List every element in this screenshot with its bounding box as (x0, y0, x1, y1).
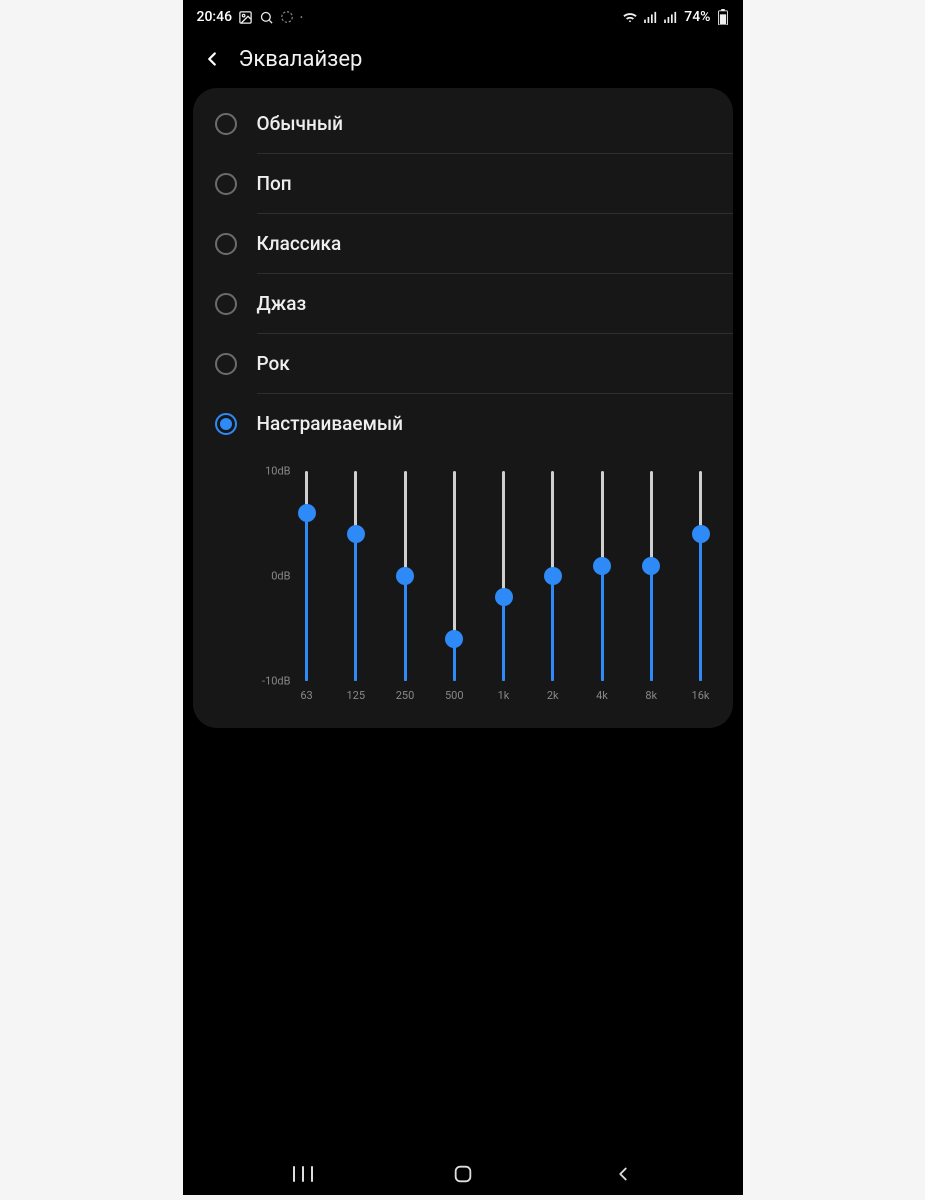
radio-icon (215, 113, 237, 135)
preset-list: Обычный Поп Классика Джаз Рок Настраиваемый (193, 94, 733, 453)
loading-icon (280, 10, 294, 24)
eq-thumb[interactable] (642, 557, 660, 575)
preset-row[interactable]: Настраиваемый (193, 394, 733, 453)
eq-x-label: 4k (592, 689, 612, 702)
eq-band[interactable] (346, 471, 366, 681)
status-time: 20:46 (197, 9, 233, 25)
preset-label: Джаз (257, 292, 307, 315)
eq-fill (551, 576, 554, 681)
equalizer-chart: 10dB0dB-10dB 631252505001k2k4k8k16k (257, 471, 711, 702)
recents-button[interactable] (283, 1154, 323, 1194)
radio-icon (215, 173, 237, 195)
preset-row[interactable]: Классика (193, 214, 733, 273)
eq-track (650, 471, 653, 681)
eq-x-label: 500 (444, 689, 464, 702)
eq-fill (699, 534, 702, 681)
signal-icon-1 (644, 11, 658, 23)
settings-card: Обычный Поп Классика Джаз Рок Настраиваемый 1… (193, 88, 733, 728)
eq-track (453, 471, 456, 681)
battery-text: 74% (684, 9, 710, 25)
eq-x-label: 250 (395, 689, 415, 702)
preset-row[interactable]: Джаз (193, 274, 733, 333)
eq-fill (601, 566, 604, 682)
preset-label: Поп (257, 172, 292, 195)
eq-y-label: 10dB (257, 465, 291, 478)
eq-thumb[interactable] (396, 567, 414, 585)
app-header: Эквалайзер (183, 34, 743, 88)
page-title: Эквалайзер (239, 47, 363, 72)
eq-fill (305, 513, 308, 681)
eq-track (551, 471, 554, 681)
eq-thumb[interactable] (347, 525, 365, 543)
dot-icon: • (300, 13, 303, 22)
eq-thumb[interactable] (692, 525, 710, 543)
status-bar: 20:46 • 74% (183, 0, 743, 34)
preset-row[interactable]: Рок (193, 334, 733, 393)
nav-back-button[interactable] (603, 1154, 643, 1194)
signal-icon-2 (664, 11, 678, 23)
eq-band[interactable] (395, 471, 415, 681)
eq-track (305, 471, 308, 681)
eq-x-label: 8k (641, 689, 661, 702)
back-button[interactable] (197, 44, 227, 74)
eq-y-label: 0dB (257, 570, 291, 583)
radio-icon (215, 233, 237, 255)
eq-band[interactable] (543, 471, 563, 681)
eq-band[interactable] (297, 471, 317, 681)
home-button[interactable] (443, 1154, 483, 1194)
eq-track (502, 471, 505, 681)
eq-x-label: 1k (494, 689, 514, 702)
preset-row[interactable]: Обычный (193, 94, 733, 153)
eq-track (354, 471, 357, 681)
eq-fill (354, 534, 357, 681)
eq-track (699, 471, 702, 681)
wifi-icon (622, 10, 638, 24)
eq-band[interactable] (592, 471, 612, 681)
preset-label: Настраиваемый (257, 412, 403, 435)
image-icon (238, 10, 253, 25)
eq-band[interactable] (494, 471, 514, 681)
phone-frame: 20:46 • 74% (183, 0, 743, 1195)
radio-icon (215, 353, 237, 375)
eq-track (601, 471, 604, 681)
eq-thumb[interactable] (593, 557, 611, 575)
nav-bar (183, 1153, 743, 1195)
status-right: 74% (622, 9, 728, 25)
eq-fill (650, 566, 653, 682)
preset-label: Обычный (257, 112, 343, 135)
preset-label: Классика (257, 232, 342, 255)
radio-icon (215, 293, 237, 315)
eq-fill (502, 597, 505, 681)
radio-icon (215, 413, 237, 435)
eq-track (404, 471, 407, 681)
eq-fill (404, 576, 407, 681)
eq-x-label: 125 (346, 689, 366, 702)
eq-x-label: 16k (691, 689, 711, 702)
eq-y-label: -10dB (257, 675, 291, 688)
eq-band[interactable] (641, 471, 661, 681)
eq-x-label: 2k (543, 689, 563, 702)
eq-band[interactable] (691, 471, 711, 681)
eq-thumb[interactable] (445, 630, 463, 648)
eq-thumb[interactable] (298, 504, 316, 522)
preset-label: Рок (257, 352, 290, 375)
eq-band[interactable] (444, 471, 464, 681)
preset-row[interactable]: Поп (193, 154, 733, 213)
search-icon (259, 10, 274, 25)
eq-thumb[interactable] (544, 567, 562, 585)
status-left: 20:46 • (197, 9, 303, 25)
eq-thumb[interactable] (495, 588, 513, 606)
eq-x-label: 63 (297, 689, 317, 702)
battery-icon (717, 9, 729, 25)
